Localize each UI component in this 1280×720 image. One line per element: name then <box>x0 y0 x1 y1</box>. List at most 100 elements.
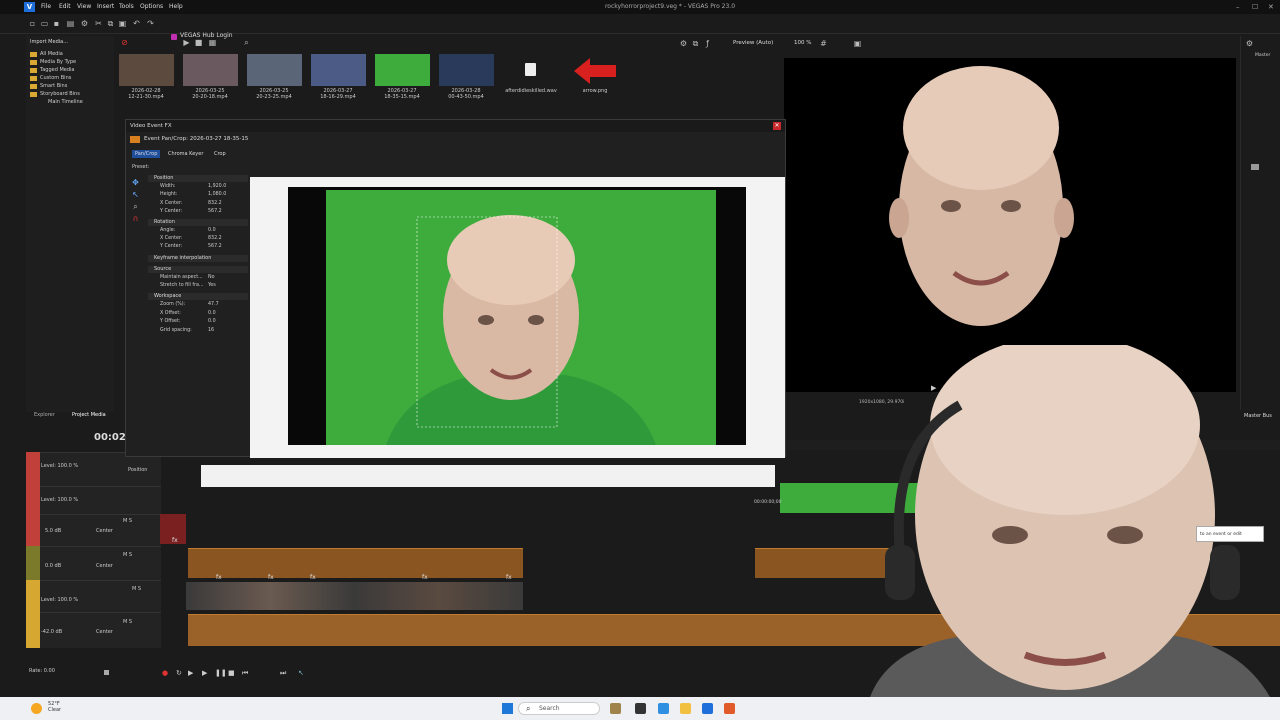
go-to-end-icon[interactable]: ⏭ <box>280 669 286 678</box>
section-position[interactable]: Position <box>148 175 248 182</box>
taskbar-app-icon[interactable] <box>724 703 735 714</box>
weather-widget[interactable]: 52°F Clear <box>48 701 61 713</box>
rate-slider[interactable] <box>104 670 109 675</box>
prop-x-center-value[interactable]: 832.2 <box>208 201 222 206</box>
copy-icon[interactable]: ⧉ <box>106 19 115 28</box>
play-icon[interactable]: ▶ <box>182 38 191 47</box>
pan-crop-workspace[interactable] <box>250 177 785 458</box>
media-thumbnail[interactable] <box>183 54 238 86</box>
taskbar-app-icon[interactable] <box>610 703 621 714</box>
weather-icon[interactable] <box>31 703 42 714</box>
normal-edit-tool-icon[interactable]: ↖ <box>298 669 304 677</box>
media-thumbnail[interactable] <box>311 54 366 86</box>
cut-icon[interactable]: ✂ <box>94 19 103 28</box>
file-explorer-icon[interactable] <box>680 703 691 714</box>
remove-media-icon[interactable]: ⊘ <box>120 38 129 47</box>
open-icon[interactable]: ▭ <box>40 19 49 28</box>
tab-explorer[interactable]: Explorer <box>34 412 55 418</box>
preview-zoom[interactable]: 100 % <box>794 40 811 46</box>
vegas-logo-icon[interactable]: V <box>24 2 35 12</box>
fx-marker[interactable]: fx <box>216 574 222 581</box>
section-keyframe-interpolation[interactable]: Keyframe interpolation <box>148 255 248 262</box>
fx-marker[interactable]: fx <box>506 574 512 581</box>
stop-icon[interactable]: ■ <box>228 669 235 677</box>
audio-file-icon[interactable] <box>525 63 536 76</box>
prop-height-value[interactable]: 1,080.0 <box>208 192 226 197</box>
zoom-tool-icon[interactable]: ⌕ <box>131 202 140 211</box>
menu-options[interactable]: Options <box>140 3 163 10</box>
tree-item-storyboard-bins[interactable]: Storyboard Bins <box>40 91 80 97</box>
tab-crop[interactable]: Crop <box>211 150 229 158</box>
fx-keyframe-timeline[interactable] <box>201 465 775 487</box>
undo-icon[interactable]: ↶ <box>132 19 141 28</box>
stop-icon[interactable]: ■ <box>194 38 203 47</box>
taskbar-app-icon[interactable] <box>635 703 646 714</box>
mute-solo-buttons[interactable]: M S <box>132 586 141 592</box>
menu-insert[interactable]: Insert <box>97 3 114 10</box>
redo-icon[interactable]: ↷ <box>146 19 155 28</box>
play-icon[interactable]: ▶ <box>202 669 207 677</box>
audio-clip[interactable] <box>188 548 523 578</box>
magnet-icon[interactable]: ∩ <box>131 214 140 223</box>
track-header-5[interactable]: Level: 100.0 % M S <box>26 580 161 612</box>
media-thumbnail[interactable] <box>375 54 430 86</box>
record-icon[interactable]: ● <box>162 669 168 677</box>
gear-icon[interactable]: ⚙ <box>1245 39 1254 48</box>
tab-chroma-keyer[interactable]: Chroma Keyer <box>165 150 206 158</box>
track-header-6[interactable]: -42.0 dB Center M S <box>26 612 161 648</box>
prop-y-center-value[interactable]: 567.2 <box>208 244 222 249</box>
prop-stretch-value[interactable]: Yes <box>208 283 216 288</box>
new-project-icon[interactable]: ▫ <box>28 19 37 28</box>
tree-item-main-timeline[interactable]: Main Timeline <box>48 99 83 105</box>
views-icon[interactable]: ▦ <box>208 38 217 47</box>
prop-grid-spacing-value[interactable]: 16 <box>208 328 214 333</box>
maximize-icon[interactable]: ☐ <box>1252 3 1258 11</box>
prop-maintain-aspect-value[interactable]: No <box>208 275 215 280</box>
taskbar-app-icon[interactable] <box>702 703 713 714</box>
paste-icon[interactable]: ▣ <box>118 19 127 28</box>
media-thumbnail[interactable] <box>119 54 174 86</box>
settings-icon[interactable]: ⚙ <box>80 19 89 28</box>
grid-icon[interactable]: # <box>819 39 828 48</box>
start-icon[interactable] <box>502 703 513 714</box>
mute-solo-buttons[interactable]: M S <box>123 552 132 558</box>
section-rotation[interactable]: Rotation <box>148 219 248 226</box>
go-to-start-icon[interactable]: ⏮ <box>242 669 248 678</box>
mute-solo-buttons[interactable]: M S <box>123 619 132 625</box>
mute-solo-buttons[interactable]: M S <box>123 518 132 524</box>
taskbar-app-icon[interactable] <box>658 703 669 714</box>
prop-y-center-value[interactable]: 567.2 <box>208 209 222 214</box>
prop-x-offset-value[interactable]: 0.0 <box>208 311 216 316</box>
select-tool-icon[interactable]: ↖ <box>131 190 140 199</box>
menu-file[interactable]: File <box>41 3 51 10</box>
pause-icon[interactable]: ❚❚ <box>215 669 227 677</box>
play-from-start-icon[interactable]: ▶ <box>188 669 193 677</box>
properties-icon[interactable]: ▤ <box>66 19 75 28</box>
tree-item-custom-bins[interactable]: Custom Bins <box>40 75 71 81</box>
fx-marker[interactable]: fx <box>172 537 178 544</box>
tree-item-tagged-media[interactable]: Tagged Media <box>40 67 75 73</box>
menu-view[interactable]: View <box>77 3 91 10</box>
track-header-4[interactable]: 0.0 dB Center M S <box>26 546 161 580</box>
media-thumbnail[interactable] <box>439 54 494 86</box>
search-icon[interactable]: ⌕ <box>242 38 251 47</box>
gear-icon[interactable]: ⚙ <box>679 39 688 48</box>
source-frame-green-screen[interactable] <box>326 190 716 445</box>
track-header-3[interactable]: 5.0 dB Center M S <box>26 514 161 546</box>
tree-item-smart-bins[interactable]: Smart Bins <box>40 83 67 89</box>
prop-width-value[interactable]: 1,920.0 <box>208 184 226 189</box>
import-media-button[interactable]: Import Media... <box>30 39 68 45</box>
save-icon[interactable]: ▪ <box>52 19 61 28</box>
prop-y-offset-value[interactable]: 0.0 <box>208 319 216 324</box>
video-clip[interactable] <box>186 582 523 610</box>
menu-edit[interactable]: Edit <box>59 3 71 10</box>
tree-item-media-by-type[interactable]: Media By Type <box>40 59 76 65</box>
snapshot-icon[interactable]: ▣ <box>853 39 862 48</box>
close-icon[interactable]: ✕ <box>773 122 781 130</box>
red-arrow-image[interactable] <box>574 58 616 84</box>
position-tool-icon[interactable]: ✥ <box>131 178 140 187</box>
fx-marker[interactable]: fx <box>422 574 428 581</box>
section-workspace[interactable]: Workspace <box>148 293 248 300</box>
prop-x-center-value[interactable]: 832.2 <box>208 236 222 241</box>
media-thumbnail[interactable] <box>247 54 302 86</box>
